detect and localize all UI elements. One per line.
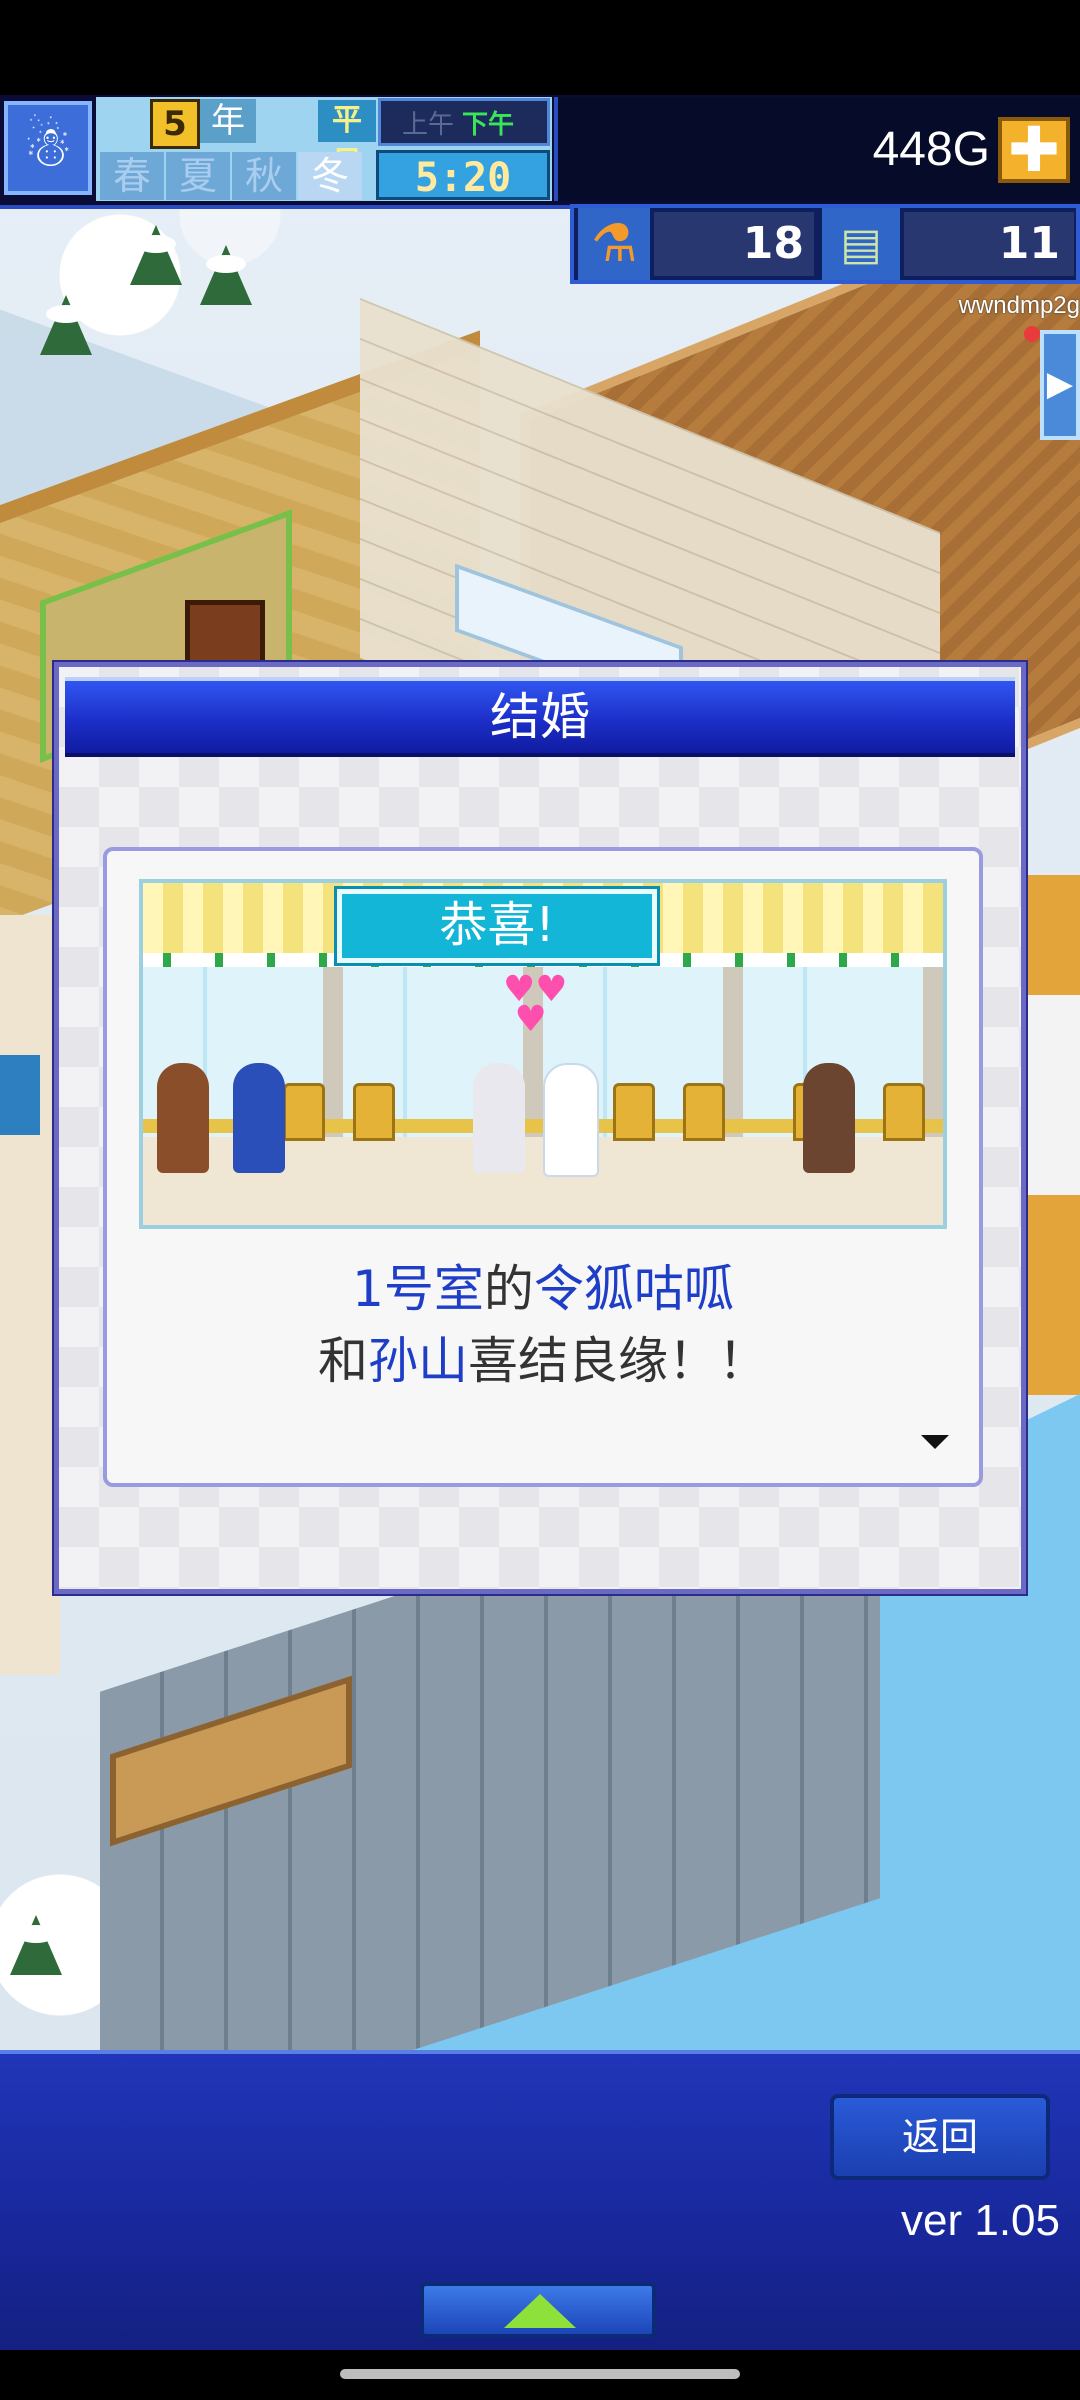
partner-name: 孙山 [368,1332,468,1390]
congrats-banner: 恭喜! [334,886,660,966]
right-arrow-icon: ▶ [1046,364,1074,404]
scene-chair [683,1083,725,1141]
marriage-message: 1号室的令狐咕呱 和孙山喜结良缘！！ [107,1253,979,1397]
ticket-icon: ▤ [822,208,900,280]
room-number: 1号室 [352,1260,484,1318]
season-winter: 冬 [298,152,362,200]
down-arrow-icon[interactable] [921,1435,949,1449]
status-bar [0,0,1080,95]
snowy-tree [40,295,92,355]
left-room-mat [0,1055,40,1135]
version-label: ver 1.05 [901,2196,1060,2245]
up-arrow-icon [504,2294,576,2328]
tv-furniture [185,600,265,670]
day-kind-label: 平日 [318,100,376,180]
guest-figure [233,1063,285,1173]
notification-dot [1024,326,1040,342]
tree-snow [136,235,176,253]
year-number: 5 [150,99,200,149]
guest-figure [157,1063,209,1173]
back-button[interactable]: 返回 [830,2094,1050,2180]
bride-figure [543,1063,599,1177]
resident-name: 令狐咕呱 [533,1260,734,1318]
tree-snow [206,255,246,273]
money-amount: 448G [872,123,990,176]
wedding-scene-image: ♥♥ ♥ 恭喜! [139,879,947,1229]
year-label: 年 [200,99,256,143]
plus-icon: ✚ [1008,113,1060,186]
marriage-dialog[interactable]: 结婚 ♥♥ ♥ 恭喜! 1号室的令狐咕呱 和孙山喜结良缘！！ [54,662,1026,1594]
message-connector: 的 [483,1260,534,1318]
season-spring: 春 [100,152,164,200]
groom-figure [473,1063,525,1173]
tree-snow [46,305,86,323]
season-summer: 夏 [166,152,230,200]
tree-snow [16,1925,56,1943]
ticket-count: 11 [904,212,1074,276]
dialog-title: 结婚 [65,677,1015,757]
am-label: 上午 [402,110,455,140]
snowy-tree [200,245,252,305]
message-connector: 和 [318,1332,368,1390]
side-panel-toggle[interactable]: ▶ [1040,330,1080,440]
message-ending: 喜结良缘！！ [468,1332,768,1390]
scene-chair [283,1083,325,1141]
left-room [0,915,60,1675]
season-autumn: 秋 [232,152,296,200]
snowy-tree [10,1915,62,1975]
research-points: 18 [654,212,814,276]
player-avatar[interactable]: ☃ [4,101,92,195]
pm-label: 下午 [462,110,515,140]
snowman-avatar-icon: ☃ [22,115,74,180]
add-money-button[interactable]: ✚ [998,117,1070,183]
season-indicator: 春 夏 秋 冬 [100,152,370,200]
scene-chair [613,1083,655,1141]
flask-icon: ⚗ [578,208,650,280]
snowy-tree [130,225,182,285]
hearts-icon: ♥♥ ♥ [503,969,568,1040]
officiant-figure [803,1063,855,1173]
dialog-content[interactable]: ♥♥ ♥ 恭喜! 1号室的令狐咕呱 和孙山喜结良缘！！ [103,847,983,1487]
player-id: wwndmp2g [958,292,1080,319]
scene-chair [353,1083,395,1141]
scene-chair [883,1083,925,1141]
game-clock: 5:20 [376,150,550,201]
home-indicator[interactable] [340,2369,740,2379]
